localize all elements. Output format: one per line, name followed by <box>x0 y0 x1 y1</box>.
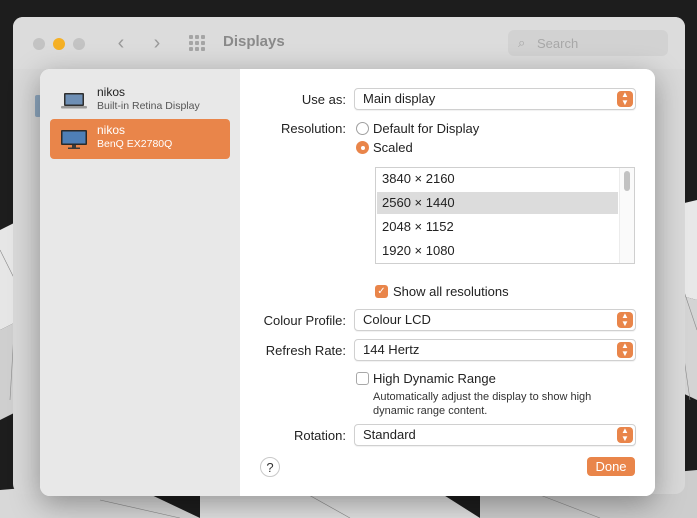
search-placeholder: Search <box>537 36 579 51</box>
rotation-popup[interactable]: Standard ▲ ▼ <box>354 424 636 446</box>
grid-icon[interactable] <box>189 35 207 51</box>
display-settings-panel: Use as: Main display ▲ ▼ Resolution: Defa… <box>240 69 655 496</box>
default-for-display-label: Default for Display <box>373 121 480 136</box>
display-subtitle: BenQ EX2780Q <box>97 138 173 150</box>
window-title: Displays <box>223 33 285 50</box>
done-button[interactable]: Done <box>587 457 635 476</box>
display-item-benq[interactable]: nikos BenQ EX2780Q <box>50 119 230 159</box>
hdr-description: Automatically adjust the display to show… <box>373 391 592 417</box>
list-item[interactable]: 1920 × 1080 <box>377 240 618 262</box>
rotation-label: Rotation: <box>293 428 346 443</box>
chevron-updown-icon: ▲ ▼ <box>617 91 633 107</box>
rotation-value: Standard <box>363 427 416 442</box>
display-name: nikos <box>97 85 126 99</box>
refresh-rate-value: 144 Hertz <box>363 342 420 357</box>
list-item-selected[interactable]: 2560 × 1440 <box>377 192 618 214</box>
chevron-right-icon[interactable]: › <box>146 32 168 54</box>
use-as-popup[interactable]: Main display ▲ ▼ <box>354 88 636 110</box>
refresh-rate-label: Refresh Rate: <box>265 343 346 358</box>
chevron-updown-icon: ▲ ▼ <box>617 342 633 358</box>
laptop-icon <box>61 93 87 109</box>
scaled-label: Scaled <box>373 140 413 155</box>
minimize-window-button[interactable] <box>53 38 65 50</box>
resolution-text: 1920 × 1080 <box>382 243 455 258</box>
close-window-button[interactable] <box>33 38 45 50</box>
colour-profile-popup[interactable]: Colour LCD ▲ ▼ <box>354 309 636 331</box>
hdr-label: High Dynamic Range <box>373 371 496 386</box>
display-settings-sheet: nikos Built-in Retina Display nikos BenQ… <box>40 69 655 496</box>
help-button[interactable]: ? <box>260 457 280 477</box>
resolution-text: 2560 × 1440 <box>382 195 455 210</box>
resolution-scrollbar[interactable] <box>619 168 634 263</box>
chevron-updown-icon: ▲ ▼ <box>617 427 633 443</box>
radio-scaled[interactable] <box>356 141 369 154</box>
zoom-window-button[interactable] <box>73 38 85 50</box>
window-titlebar: ‹ › Displays ⌕ Search <box>13 17 685 69</box>
show-all-resolutions-label: Show all resolutions <box>393 284 509 299</box>
colour-profile-value: Colour LCD <box>363 312 431 327</box>
display-name: nikos <box>97 123 126 137</box>
hdr-checkbox[interactable] <box>356 372 369 385</box>
search-field[interactable]: ⌕ Search <box>508 30 668 56</box>
display-subtitle: Built-in Retina Display <box>97 100 200 112</box>
chevron-left-icon[interactable]: ‹ <box>110 32 132 54</box>
display-list: nikos Built-in Retina Display nikos BenQ… <box>40 69 240 496</box>
use-as-value: Main display <box>363 91 436 106</box>
radio-default-for-display[interactable] <box>356 122 369 135</box>
resolution-list[interactable]: 3840 × 2160 2560 × 1440 2048 × 1152 1920… <box>375 167 635 264</box>
monitor-icon <box>61 130 87 149</box>
use-as-label: Use as: <box>301 92 346 107</box>
resolution-text: 3840 × 2160 <box>382 171 455 186</box>
display-item-builtin[interactable]: nikos Built-in Retina Display <box>50 81 230 121</box>
chevron-updown-icon: ▲ ▼ <box>617 312 633 328</box>
search-icon: ⌕ <box>518 35 526 50</box>
list-item[interactable]: 3840 × 2160 <box>377 168 618 190</box>
resolution-text: 2048 × 1152 <box>382 219 454 234</box>
list-item[interactable]: 2048 × 1152 <box>377 216 618 238</box>
colour-profile-label: Colour Profile: <box>263 313 346 328</box>
resolution-label: Resolution: <box>280 121 346 136</box>
show-all-resolutions-checkbox[interactable]: ✓ <box>375 285 388 298</box>
scrollbar-thumb[interactable] <box>624 171 630 191</box>
refresh-rate-popup[interactable]: 144 Hertz ▲ ▼ <box>354 339 636 361</box>
